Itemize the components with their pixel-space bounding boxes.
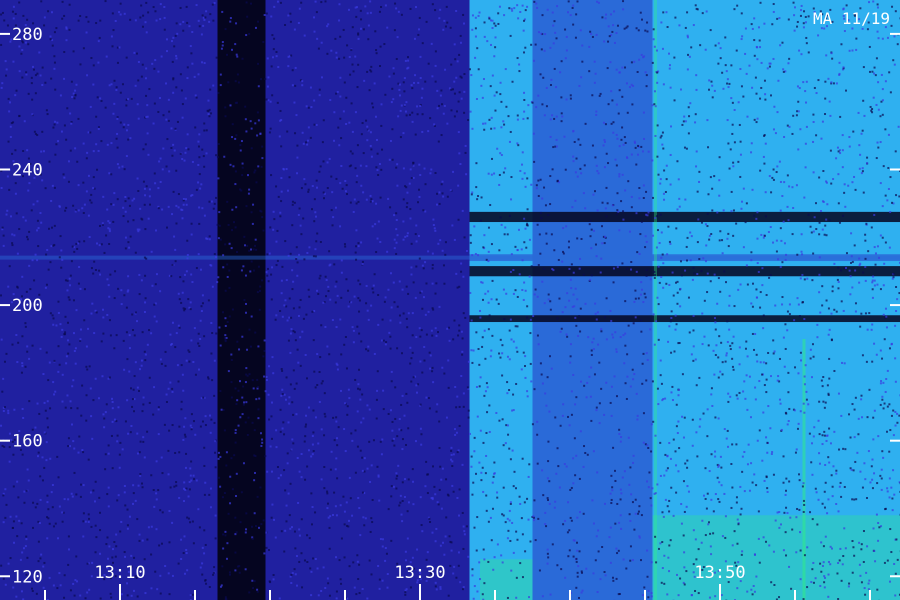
y-tick-label: 200 [12, 296, 43, 316]
peak-line [802, 338, 806, 600]
x-tick-label: 13:10 [94, 563, 145, 583]
x-tick-label: 13:30 [394, 563, 445, 583]
frequency-line [0, 255, 900, 260]
y-tick-label: 160 [12, 432, 43, 452]
time-segment [217, 0, 266, 600]
corner-label: MA 11/19 [813, 9, 890, 28]
peak-line [654, 0, 657, 600]
time-segment [607, 0, 653, 600]
peak-region [480, 559, 533, 600]
y-tick-label: 280 [12, 25, 43, 45]
x-tick-label: 13:50 [694, 563, 745, 583]
time-segment [265, 0, 470, 600]
y-tick-label: 240 [12, 160, 43, 180]
time-segment [652, 0, 900, 600]
time-segments [0, 0, 900, 600]
spectrogram-chart: 280 240 200 160 120 13:10 13:30 13:50 MA 11/19 [0, 0, 900, 600]
frequency-band [469, 211, 900, 223]
peak-region [652, 515, 900, 600]
y-tick-label: 120 [12, 567, 43, 587]
spectrogram-view: 280 240 200 160 120 13:10 13:30 13:50 MA 11/19 [0, 0, 900, 600]
